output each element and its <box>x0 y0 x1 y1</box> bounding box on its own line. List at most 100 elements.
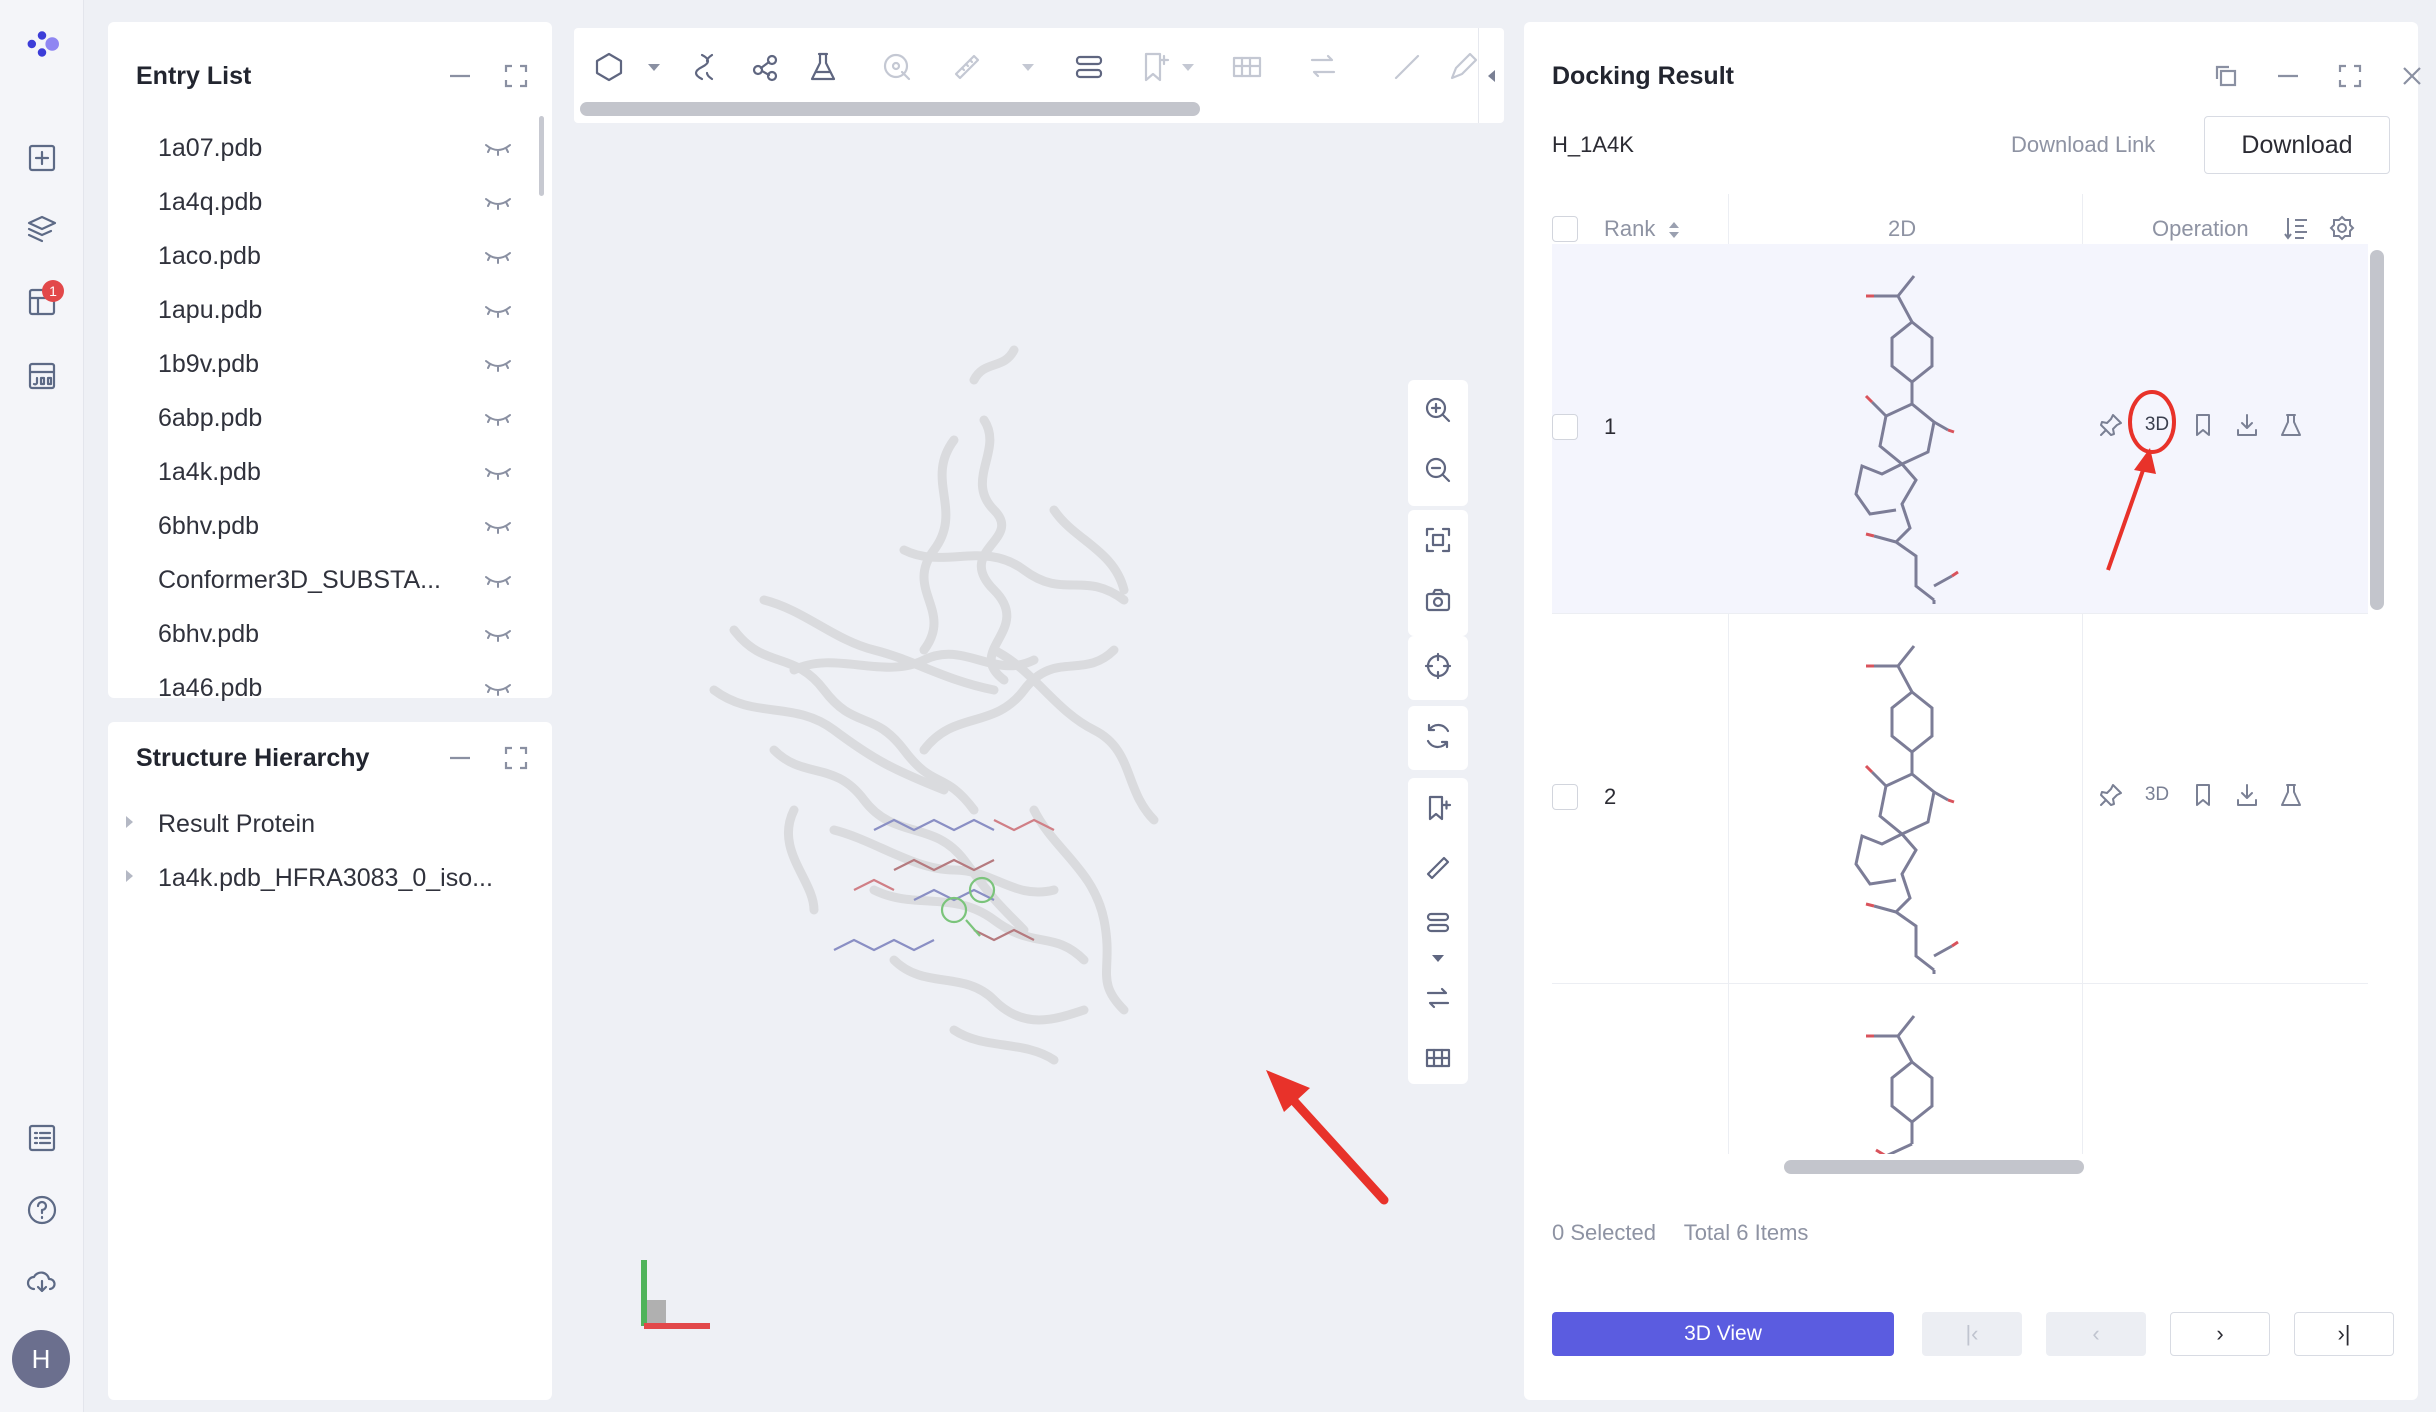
dropdown-caret-icon[interactable] <box>1022 64 1034 71</box>
swap-icon[interactable] <box>1300 44 1346 90</box>
column-sort-icon[interactable] <box>2282 214 2310 242</box>
entry-item[interactable]: Conformer3D_SUBSTA... <box>108 554 548 608</box>
tree-item-ligand[interactable]: 1a4k.pdb_HFRA3083_0_iso... <box>108 852 552 906</box>
ligand-2d-structure <box>1854 645 1959 974</box>
entry-item[interactable]: 1apu.pdb <box>108 284 548 338</box>
entry-item[interactable]: 1a07.pdb <box>108 122 548 176</box>
hidden-eye-icon[interactable] <box>484 196 512 210</box>
pin-icon[interactable] <box>2098 782 2124 808</box>
toolbar-scrollbar[interactable] <box>580 102 1200 116</box>
table-vertical-scrollbar[interactable] <box>2370 250 2384 610</box>
molecule-viewport[interactable] <box>574 130 1504 1390</box>
settings-icon[interactable] <box>2328 214 2356 242</box>
popout-icon[interactable] <box>2212 62 2240 90</box>
hidden-eye-icon[interactable] <box>484 682 512 696</box>
entry-item[interactable]: 1a4k.pdb <box>108 446 548 500</box>
list-icon[interactable] <box>20 1116 64 1160</box>
hidden-eye-icon[interactable] <box>484 358 512 372</box>
camera-icon[interactable] <box>1408 570 1468 630</box>
entry-item[interactable]: 1aco.pdb <box>108 230 548 284</box>
crosshair-icon[interactable] <box>1408 636 1468 696</box>
expand-icon[interactable] <box>502 62 530 90</box>
layers-icon[interactable] <box>20 206 64 250</box>
line-icon[interactable] <box>1384 44 1430 90</box>
swap-icon[interactable] <box>1408 968 1468 1028</box>
3d-view-button[interactable]: 3D View <box>1552 1312 1894 1356</box>
table-row[interactable] <box>1552 984 2368 1154</box>
sort-icon[interactable] <box>1668 220 1680 240</box>
bookmark-icon[interactable] <box>2190 782 2216 808</box>
bookmark-add-icon[interactable] <box>1408 778 1468 838</box>
molecule-icon[interactable] <box>742 44 788 90</box>
table-horizontal-scrollbar[interactable] <box>1784 1160 2084 1174</box>
download-button[interactable]: Download <box>2204 116 2390 174</box>
select-all-checkbox[interactable] <box>1552 216 1578 242</box>
minimize-icon[interactable] <box>2274 62 2302 90</box>
expand-icon[interactable] <box>2336 62 2364 90</box>
flask-icon[interactable] <box>2278 782 2304 808</box>
entry-item[interactable]: 6bhv.pdb <box>108 500 548 554</box>
hidden-eye-icon[interactable] <box>484 304 512 318</box>
hidden-eye-icon[interactable] <box>484 250 512 264</box>
logo-icon[interactable] <box>20 22 64 66</box>
rank-header[interactable]: Rank <box>1604 216 1655 242</box>
bookmark-add-icon[interactable] <box>1132 44 1178 90</box>
hidden-eye-icon[interactable] <box>484 142 512 156</box>
map-icon[interactable] <box>1224 44 1270 90</box>
table-row[interactable]: 1 3D <box>1552 244 2368 614</box>
hidden-eye-icon[interactable] <box>484 412 512 426</box>
bookmark-icon[interactable] <box>2190 412 2216 438</box>
collapse-toolbar-button[interactable] <box>1478 28 1504 123</box>
fit-view-icon[interactable] <box>1408 510 1468 570</box>
entry-item[interactable]: 1a4q.pdb <box>108 176 548 230</box>
dropdown-caret-icon[interactable] <box>648 64 660 71</box>
expand-icon[interactable] <box>502 744 530 772</box>
entry-item[interactable]: 1a46.pdb <box>108 662 548 716</box>
representation-icon[interactable] <box>586 44 632 90</box>
expand-caret-icon[interactable] <box>126 870 133 882</box>
entry-item[interactable]: 6abp.pdb <box>108 392 548 446</box>
first-page-button[interactable]: |‹ <box>1922 1312 2022 1356</box>
help-icon[interactable] <box>20 1188 64 1232</box>
map-icon[interactable] <box>1408 1028 1468 1088</box>
hidden-eye-icon[interactable] <box>484 466 512 480</box>
minimize-icon[interactable] <box>446 744 474 772</box>
next-page-button[interactable]: › <box>2170 1312 2270 1356</box>
sequence-icon[interactable] <box>1408 898 1468 948</box>
hidden-eye-icon[interactable] <box>484 574 512 588</box>
prev-page-button[interactable]: ‹ <box>2046 1312 2146 1356</box>
table-icon[interactable]: 1 <box>20 280 64 324</box>
download-link[interactable]: Download Link <box>2011 132 2155 158</box>
cloud-icon[interactable] <box>20 1260 64 1304</box>
flask-icon[interactable] <box>800 44 846 90</box>
row-checkbox[interactable] <box>1552 784 1578 810</box>
new-file-icon[interactable] <box>20 136 64 180</box>
row-checkbox[interactable] <box>1552 414 1578 440</box>
download-icon[interactable] <box>2234 782 2260 808</box>
avatar[interactable]: H <box>12 1330 70 1388</box>
view-3d-button[interactable]: 3D <box>2142 784 2172 806</box>
hidden-eye-icon[interactable] <box>484 628 512 642</box>
minimize-icon[interactable] <box>446 62 474 90</box>
helix-icon[interactable] <box>684 44 730 90</box>
last-page-button[interactable]: ›| <box>2294 1312 2394 1356</box>
job-icon[interactable] <box>20 354 64 398</box>
hidden-eye-icon[interactable] <box>484 520 512 534</box>
dropdown-caret-icon[interactable] <box>1182 64 1194 71</box>
tree-item-result-protein[interactable]: Result Protein <box>108 798 552 852</box>
flask-icon[interactable] <box>2278 412 2304 438</box>
ruler-icon[interactable] <box>1408 838 1468 898</box>
table-row[interactable]: 2 3D <box>1552 614 2368 984</box>
entry-item[interactable]: 1b9v.pdb <box>108 338 548 392</box>
expand-caret-icon[interactable] <box>126 816 133 828</box>
dropdown-caret-icon[interactable] <box>1408 948 1468 968</box>
entry-item[interactable]: 6bhv.pdb <box>108 608 548 662</box>
download-icon[interactable] <box>2234 412 2260 438</box>
target-icon[interactable] <box>874 44 920 90</box>
ruler-icon[interactable] <box>944 44 990 90</box>
sequence-icon[interactable] <box>1066 44 1112 90</box>
rotate-icon[interactable] <box>1408 706 1468 766</box>
close-icon[interactable] <box>2398 62 2426 90</box>
zoom-in-icon[interactable] <box>1408 380 1468 440</box>
zoom-out-icon[interactable] <box>1408 440 1468 500</box>
